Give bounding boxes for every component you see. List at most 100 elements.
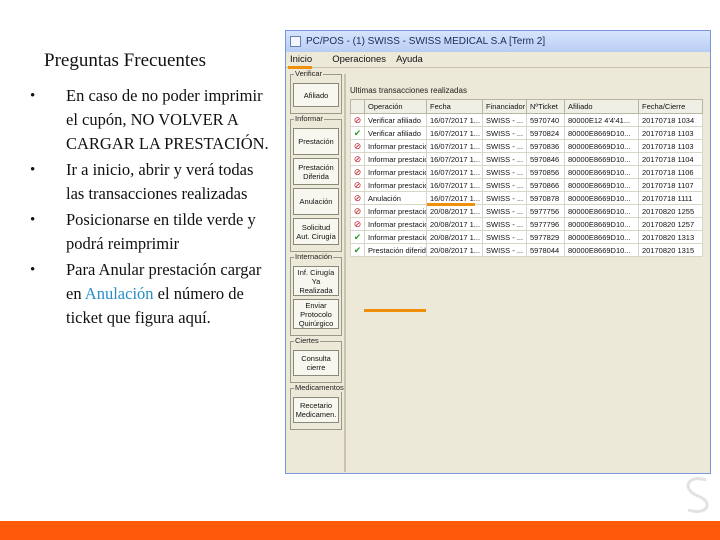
error-icon[interactable]: ⊘: [354, 193, 362, 203]
prestacion-button[interactable]: Prestación: [293, 128, 339, 155]
table-cell: 80000E8669D10...: [564, 126, 639, 140]
table-cell: 20170820 1313: [638, 230, 703, 244]
group-label: Internación: [294, 252, 334, 261]
column-header[interactable]: Afiliado: [564, 99, 639, 114]
table-row[interactable]: ⊘ Informar prestación 16/07/2017 1... SWISS…: [350, 178, 703, 192]
error-icon[interactable]: ⊘: [354, 206, 362, 216]
menu-item-operaciones[interactable]: Operaciones: [332, 54, 386, 65]
table-row[interactable]: ⊘ Anulación 16/07/2017 1... SWISS - ... 5970…: [350, 191, 703, 205]
panel-divider: [344, 74, 346, 472]
group-verificar: Verificar Afiliado: [290, 69, 342, 114]
table-cell: Verificar afiliado: [364, 113, 427, 127]
table-cell: SWISS - ...: [482, 243, 527, 257]
faq-bullet-list: • En caso de no poder imprimir el cupón, …: [30, 84, 270, 332]
table-row[interactable]: ✔ Verificar afiliado 16/07/2017 1... SWISS …: [350, 126, 703, 140]
table-cell: 20170820 1257: [638, 217, 703, 231]
table-cell: SWISS - ...: [482, 139, 527, 153]
pcpos-window: PC/POS - (1) SWISS - SWISS MEDICAL S.A […: [285, 30, 711, 474]
header-icon-column: [350, 99, 365, 114]
status-cell[interactable]: ✔: [350, 243, 365, 257]
table-cell: 80000E8669D10...: [564, 191, 639, 205]
table-cell: 20170718 1104: [638, 152, 703, 166]
table-row[interactable]: ⊘ Informar prestación 16/07/2017 1... SWISS…: [350, 139, 703, 153]
consulta-cierre-button[interactable]: Consulta cierre: [293, 350, 339, 376]
table-cell: 20170820 1315: [638, 243, 703, 257]
table-row[interactable]: ⊘ Verificar afiliado 16/07/2017 1... SWISS …: [350, 113, 703, 127]
table-cell: SWISS - ...: [482, 217, 527, 231]
bullet-item: • Ir a inicio, abrir y verá todas las tra…: [30, 158, 270, 206]
error-icon[interactable]: ⊘: [354, 154, 362, 164]
status-cell[interactable]: ⊘: [350, 191, 365, 205]
table-cell: 80000E8669D10...: [564, 204, 639, 218]
column-header[interactable]: Fecha/Cierre: [638, 99, 703, 114]
column-header[interactable]: Financiador: [482, 99, 527, 114]
table-row[interactable]: ⊘ Informar prestación 20/08/2017 1... SWISS…: [350, 217, 703, 231]
table-cell: Prestación diferida: [364, 243, 427, 257]
cirugia-realizada-button[interactable]: Inf. Cirugía Ya Realizada: [293, 266, 339, 296]
recetario-button[interactable]: Recetario Medicamen.: [293, 397, 339, 423]
status-cell[interactable]: ✔: [350, 230, 365, 244]
table-cell: 5970836: [526, 139, 565, 153]
bullet-item: • Para Anular prestación cargar en Anulac…: [30, 258, 270, 330]
column-header[interactable]: Operación: [364, 99, 427, 114]
table-cell: 80000E8669D10...: [564, 230, 639, 244]
checkmark-icon[interactable]: ✔: [354, 232, 362, 242]
transactions-grid: Ultimas transacciones realizadas Operaci…: [350, 86, 703, 312]
afiliado-button[interactable]: Afiliado: [293, 83, 339, 107]
table-cell: 16/07/2017 1...: [426, 113, 483, 127]
window-title: PC/POS - (1) SWISS - SWISS MEDICAL S.A […: [306, 36, 546, 47]
table-cell: Informar prestación: [364, 165, 427, 179]
protocolo-quirurgico-button[interactable]: Enviar Protocolo Quirúrgico: [293, 299, 339, 329]
status-cell[interactable]: ⊘: [350, 152, 365, 166]
highlight-marker: [427, 203, 475, 206]
column-header[interactable]: NºTicket: [526, 99, 565, 114]
table-cell: 16/07/2017 1...: [426, 139, 483, 153]
anulacion-button[interactable]: Anulación: [293, 188, 339, 215]
table-cell: 20/08/2017 1...: [426, 230, 483, 244]
error-icon[interactable]: ⊘: [354, 115, 362, 125]
table-cell: 20/08/2017 1...: [426, 243, 483, 257]
table-row[interactable]: ✔ Prestación diferida 20/08/2017 1... SWISS…: [350, 243, 703, 257]
table-row[interactable]: ⊘ Informar prestación 16/07/2017 1... SWISS…: [350, 152, 703, 166]
table-cell: 80000E12 4'4'41...: [564, 113, 639, 127]
table-cell: Informar prestación: [364, 139, 427, 153]
table-cell: SWISS - ...: [482, 191, 527, 205]
window-titlebar[interactable]: PC/POS - (1) SWISS - SWISS MEDICAL S.A […: [286, 31, 710, 52]
table-cell: 80000E8669D10...: [564, 243, 639, 257]
transactions-table: Operación Fecha Financiador NºTicket Afi…: [350, 99, 703, 257]
status-cell[interactable]: ⊘: [350, 113, 365, 127]
highlighted-term: Anulación: [84, 284, 154, 303]
table-cell: Informar prestación: [364, 217, 427, 231]
error-icon[interactable]: ⊘: [354, 167, 362, 177]
table-row[interactable]: ⊘ Informar prestación 20/08/2017 1... SWISS…: [350, 204, 703, 218]
group-informar: Informar Prestación Prestación Diferida …: [290, 114, 342, 252]
table-row[interactable]: ⊘ Informar prestación 16/07/2017 1... SWISS…: [350, 165, 703, 179]
prestacion-diferida-button[interactable]: Prestación Diferida: [293, 158, 339, 185]
menu-item-ayuda[interactable]: Ayuda: [396, 54, 423, 65]
table-cell: 20170820 1255: [638, 204, 703, 218]
table-cell: 20170718 1034: [638, 113, 703, 127]
group-label: Verificar: [294, 69, 324, 78]
table-header-row: Operación Fecha Financiador NºTicket Afi…: [350, 99, 703, 114]
table-cell: 5977756: [526, 204, 565, 218]
table-cell: 80000E8669D10...: [564, 178, 639, 192]
table-row[interactable]: ✔ Informar prestación 20/08/2017 1... SWISS…: [350, 230, 703, 244]
table-cell: 5978044: [526, 243, 565, 257]
solicitud-cirugia-button[interactable]: Solicitud Aut. Cirugía: [293, 218, 339, 245]
status-cell[interactable]: ⊘: [350, 178, 365, 192]
status-cell[interactable]: ✔: [350, 126, 365, 140]
error-icon[interactable]: ⊘: [354, 219, 362, 229]
error-icon[interactable]: ⊘: [354, 180, 362, 190]
status-cell[interactable]: ⊘: [350, 204, 365, 218]
menu-item-inicio[interactable]: Inicio: [288, 54, 322, 69]
bullet-dot-icon: •: [30, 162, 36, 178]
column-header[interactable]: Fecha: [426, 99, 483, 114]
status-cell[interactable]: ⊘: [350, 217, 365, 231]
checkmark-icon[interactable]: ✔: [354, 128, 362, 138]
status-cell[interactable]: ⊘: [350, 139, 365, 153]
status-cell[interactable]: ⊘: [350, 165, 365, 179]
checkmark-icon[interactable]: ✔: [354, 245, 362, 255]
table-cell: SWISS - ...: [482, 113, 527, 127]
error-icon[interactable]: ⊘: [354, 141, 362, 151]
bullet-dot-icon: •: [30, 88, 36, 104]
